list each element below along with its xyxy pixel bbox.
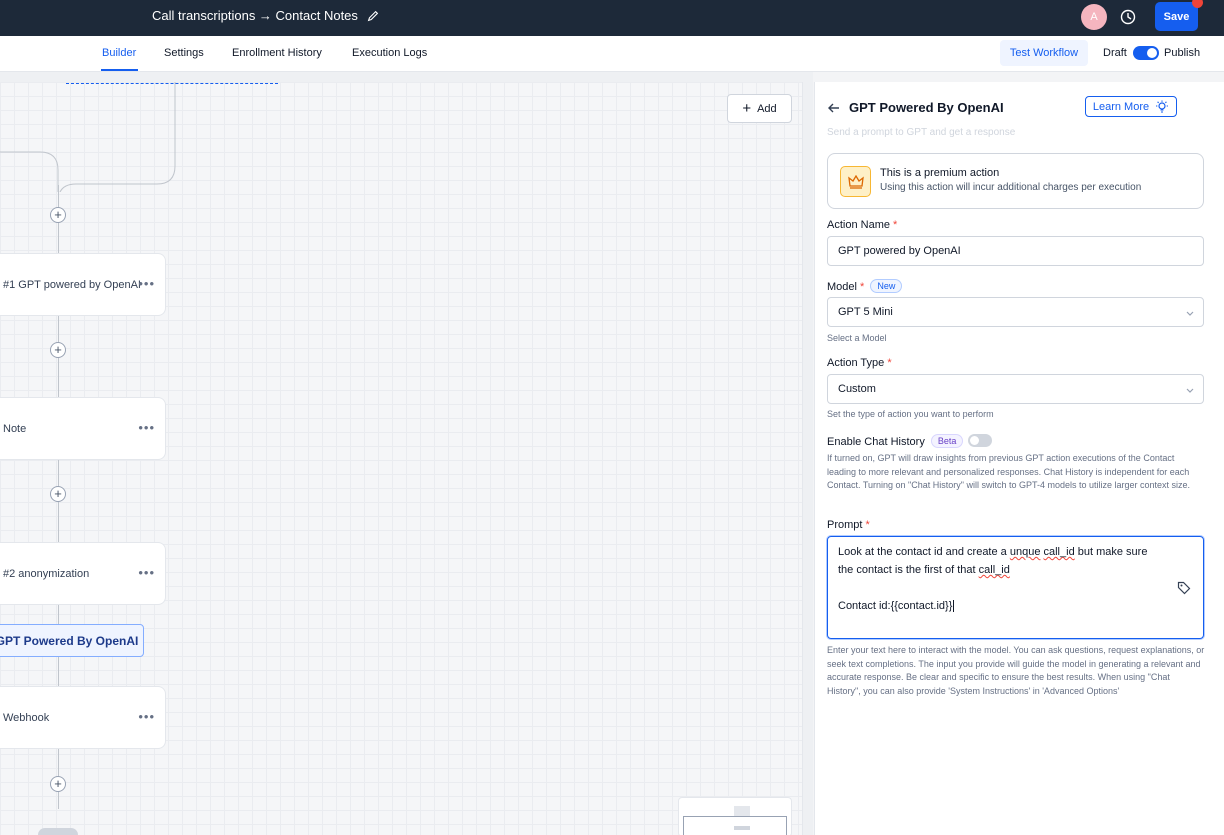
model-help: Select a Model <box>827 333 887 343</box>
action-name-input[interactable]: GPT powered by OpenAI <box>827 236 1204 266</box>
workflow-node-webhook[interactable]: Webhook ••• <box>0 686 166 749</box>
back-arrow-icon[interactable] <box>827 101 841 115</box>
node-label: Note <box>3 423 27 435</box>
panel-title: GPT Powered By OpenAI <box>849 100 1004 115</box>
action-name-label: Action Name * <box>827 219 898 231</box>
tab-enrollment-history[interactable]: Enrollment History <box>232 47 322 59</box>
model-select-value: GPT 5 Mini <box>838 306 893 318</box>
notification-dot <box>1192 0 1203 8</box>
workflow-node-note[interactable]: Note ••• <box>0 397 166 460</box>
top-bar: Call transcriptions → Contact Notes A Sa… <box>0 0 1224 36</box>
draft-label: Draft <box>1103 47 1127 59</box>
workflow-title[interactable]: Call transcriptions → Contact Notes <box>152 8 380 23</box>
chat-history-toggle[interactable] <box>968 434 992 447</box>
more-options-icon[interactable]: ••• <box>138 276 155 291</box>
pencil-icon[interactable] <box>366 9 380 23</box>
add-button-label: Add <box>757 102 777 115</box>
learn-more-button[interactable]: Learn More <box>1085 96 1177 117</box>
node-label: #1 GPT powered by OpenAI <box>3 279 141 291</box>
minimap[interactable] <box>678 797 792 835</box>
end-marker <box>38 828 78 835</box>
crown-icon-wrap <box>840 166 871 197</box>
add-step-icon[interactable]: + <box>50 207 66 223</box>
workflow-title-text: Call transcriptions → Contact Notes <box>152 8 358 23</box>
save-button[interactable]: Save <box>1155 2 1198 31</box>
prompt-line-1: Look at the contact id and create a unqu… <box>838 546 1148 558</box>
new-badge: New <box>870 279 903 293</box>
add-button[interactable]: + Add <box>727 94 792 123</box>
prompt-blank-line <box>838 579 1193 597</box>
branch-connector <box>0 82 176 192</box>
action-type-help: Set the type of action you want to perfo… <box>827 409 994 419</box>
chevron-down-icon <box>1186 388 1194 393</box>
model-label: Model * New <box>827 279 903 293</box>
model-select[interactable]: GPT 5 Mini <box>827 297 1204 327</box>
learn-more-label: Learn More <box>1092 100 1150 113</box>
more-options-icon[interactable]: ••• <box>138 565 155 580</box>
dragging-action-chip[interactable]: GPT Powered By OpenAI <box>0 624 144 657</box>
tab-settings[interactable]: Settings <box>164 47 204 59</box>
action-type-select[interactable]: Custom <box>827 374 1204 404</box>
minimap-node <box>734 826 750 830</box>
add-step-icon[interactable]: + <box>50 486 66 502</box>
beta-badge: Beta <box>930 434 964 448</box>
add-step-icon[interactable]: + <box>50 776 66 792</box>
lightbulb-icon <box>1156 100 1169 113</box>
workflow-node-gpt[interactable]: #1 GPT powered by OpenAI ••• <box>0 253 166 316</box>
premium-description: Using this action will incur additional … <box>880 182 1142 193</box>
active-tab-indicator <box>101 69 138 71</box>
node-label: #2 anonymization <box>3 568 90 580</box>
panel-subtitle: Send a prompt to GPT and get a response <box>827 127 1016 138</box>
avatar[interactable]: A <box>1081 4 1107 30</box>
tab-builder[interactable]: Builder <box>102 47 136 59</box>
prompt-line-2: the contact is the first of that call_id <box>838 564 1010 576</box>
action-settings-panel: GPT Powered By OpenAI Learn More Send a … <box>814 82 1224 835</box>
prompt-label: Prompt * <box>827 519 870 531</box>
clock-history-icon[interactable] <box>1119 8 1137 26</box>
chat-history-help: If turned on, GPT will draw insights fro… <box>827 453 1191 490</box>
add-step-icon[interactable]: + <box>50 342 66 358</box>
chat-history-label: Enable Chat History Beta <box>827 434 964 448</box>
tag-icon[interactable] <box>1177 581 1191 595</box>
action-type-value: Custom <box>838 383 876 395</box>
crown-icon <box>847 174 864 189</box>
premium-title: This is a premium action <box>880 167 1000 179</box>
more-options-icon[interactable]: ••• <box>138 420 155 435</box>
premium-notice: This is a premium action Using this acti… <box>827 153 1204 209</box>
tab-execution-logs[interactable]: Execution Logs <box>352 47 427 59</box>
prompt-help: Enter your text here to interact with th… <box>827 645 1205 696</box>
action-type-label: Action Type * <box>827 357 892 369</box>
node-label: Webhook <box>3 712 50 724</box>
chevron-down-icon <box>1186 311 1194 316</box>
minimap-node <box>734 806 750 816</box>
prompt-line-3: Contact id:{{contact.id}} <box>838 600 955 612</box>
more-options-icon[interactable]: ••• <box>138 709 155 724</box>
workflow-node-anonymization[interactable]: #2 anonymization ••• <box>0 542 166 605</box>
publish-toggle[interactable] <box>1133 46 1159 60</box>
publish-label: Publish <box>1164 47 1201 59</box>
plus-icon: + <box>742 99 752 117</box>
prompt-textarea[interactable]: Look at the contact id and create a unqu… <box>827 536 1204 639</box>
test-workflow-button[interactable]: Test Workflow <box>1000 40 1088 66</box>
